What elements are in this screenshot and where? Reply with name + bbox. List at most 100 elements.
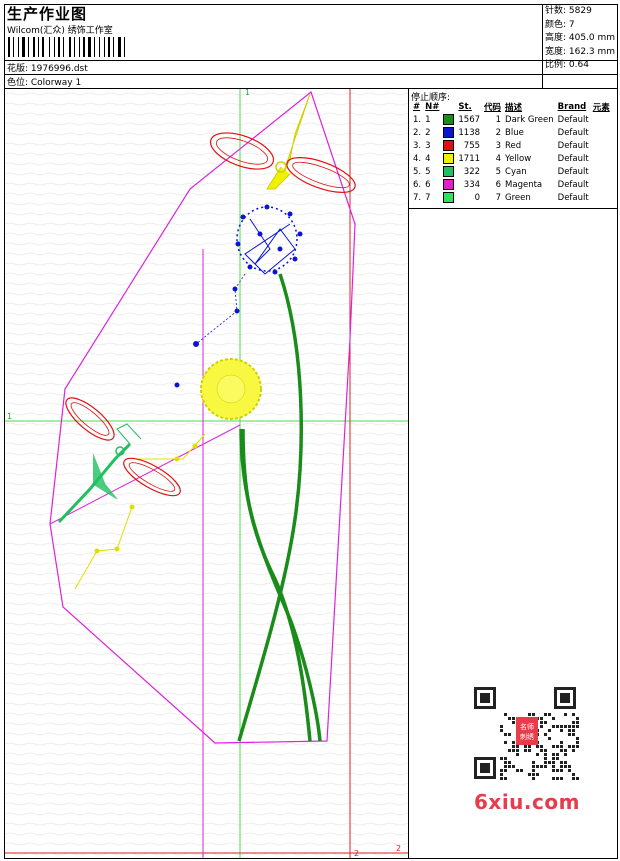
color-swatch	[441, 191, 456, 204]
row-element	[591, 139, 612, 152]
color-sequence-panel: 停止顺序: # N# St. 代码 描述 Brand 元素 1. 1 1567 1 Da…	[409, 89, 618, 209]
color-sequence-table: # N# St. 代码 描述 Brand 元素 1. 1 1567 1 Dark Gre…	[411, 101, 612, 204]
row-index: 3.	[413, 140, 422, 151]
row-code: 3	[495, 140, 502, 151]
row-brand: Default	[557, 114, 589, 125]
row-needle: 3	[425, 140, 431, 151]
row-brand: Default	[557, 153, 589, 164]
yellow-dandelion	[200, 358, 262, 420]
row-stitches: 0	[474, 192, 481, 203]
color-count: 颜色: 7	[545, 19, 575, 30]
row-element	[591, 126, 612, 139]
row-description: Green	[505, 192, 531, 203]
row-needle: 1	[425, 114, 431, 125]
stats-panel: 针数: 5829 颜色: 7 高度: 405.0 mm 宽度: 162.3 mm…	[542, 4, 618, 88]
row-needle: 6	[425, 179, 431, 190]
watermark-text: 6xiu.com	[474, 790, 580, 814]
row-needle: 5	[425, 166, 431, 177]
row-element	[591, 178, 612, 191]
row-description: Red	[505, 140, 522, 151]
colorway-label: 色位: Colorway 1	[7, 78, 82, 88]
row-stitches: 322	[463, 166, 481, 177]
table-row: 6. 6 334 6 Magenta Default	[411, 178, 612, 191]
row-stitches: 1711	[458, 153, 481, 164]
row-stitches: 334	[463, 179, 481, 190]
column-header: St.	[458, 102, 472, 112]
qr-code: 名师 刺绣	[470, 683, 582, 783]
barcode	[8, 37, 125, 57]
row-stitches: 755	[463, 140, 481, 151]
row-stitches: 1567	[458, 114, 481, 125]
color-swatch-box	[443, 179, 455, 190]
color-swatch-box	[443, 114, 455, 125]
guide-label-right: 2	[396, 844, 401, 853]
row-description: Dark Green	[505, 114, 554, 125]
color-swatch	[441, 113, 456, 126]
design-height: 高度: 405.0 mm	[545, 33, 616, 43]
row-stitches: 1138	[458, 127, 481, 138]
row-brand: Default	[557, 192, 589, 203]
row-index: 1.	[413, 114, 422, 125]
embroidery-preview: 1 1 2 2	[5, 89, 409, 858]
color-swatch-box	[443, 153, 455, 164]
column-header: N#	[425, 102, 440, 112]
row-brand: Default	[557, 166, 589, 177]
column-header	[441, 101, 456, 113]
color-swatch-box	[443, 140, 455, 151]
row-element	[591, 152, 612, 165]
row-index: 5.	[413, 166, 422, 177]
row-index: 7.	[413, 192, 422, 203]
table-row: 1. 1 1567 1 Dark Green Default	[411, 113, 612, 126]
design-scale: 比例: 0.64	[545, 60, 589, 70]
color-swatch	[441, 139, 456, 152]
table-row: 7. 7 0 7 Green Default	[411, 191, 612, 204]
svg-text:刺绣: 刺绣	[520, 732, 534, 741]
color-swatch-box	[443, 166, 455, 177]
row-brand: Default	[557, 140, 589, 151]
column-header: #	[413, 102, 421, 112]
row-element	[591, 113, 612, 126]
row-index: 6.	[413, 179, 422, 190]
stitch-count: 针数: 5829	[545, 6, 592, 16]
column-header: 元素	[592, 103, 610, 113]
row-brand: Default	[557, 179, 589, 190]
table-row: 3. 3 755 3 Red Default	[411, 139, 612, 152]
column-header: 代码	[484, 103, 502, 113]
row-code: 2	[495, 127, 502, 138]
column-header: Brand	[557, 102, 587, 112]
color-swatch	[441, 126, 456, 139]
row-description: Magenta	[505, 179, 543, 190]
row-needle: 4	[425, 153, 431, 164]
guide-label-left: 1	[7, 412, 12, 421]
row-description: Blue	[505, 127, 524, 138]
column-header: 描述	[505, 103, 523, 113]
page-title: 生产作业图	[7, 5, 88, 23]
row-element	[591, 191, 612, 204]
row-description: Cyan	[505, 166, 527, 177]
company-name: Wilcom(汇众) 绣饰工作室	[7, 26, 113, 36]
design-filename: 花版: 1976996.dst	[7, 64, 88, 74]
header-divider-2	[4, 74, 618, 75]
color-swatch	[441, 178, 456, 191]
guide-label-bottom: 2	[354, 849, 359, 858]
row-code: 5	[495, 166, 502, 177]
table-row: 5. 5 322 5 Cyan Default	[411, 165, 612, 178]
row-index: 2.	[413, 127, 422, 138]
color-swatch-box	[443, 192, 455, 203]
design-canvas: 1 1 2 2	[5, 89, 409, 858]
table-row: 2. 2 1138 2 Blue Default	[411, 126, 612, 139]
row-element	[591, 165, 612, 178]
row-needle: 7	[425, 192, 431, 203]
design-width: 宽度: 162.3 mm	[545, 46, 616, 57]
color-swatch-box	[443, 127, 455, 138]
row-code: 7	[495, 192, 502, 203]
row-description: Yellow	[505, 153, 532, 164]
row-brand: Default	[557, 127, 589, 138]
row-code: 4	[495, 153, 502, 164]
header-divider	[4, 60, 618, 61]
color-swatch	[441, 165, 456, 178]
guide-label-top: 1	[245, 89, 250, 97]
table-row: 4. 4 1711 4 Yellow Default	[411, 152, 612, 165]
row-code: 6	[495, 179, 502, 190]
row-code: 1	[495, 114, 502, 125]
